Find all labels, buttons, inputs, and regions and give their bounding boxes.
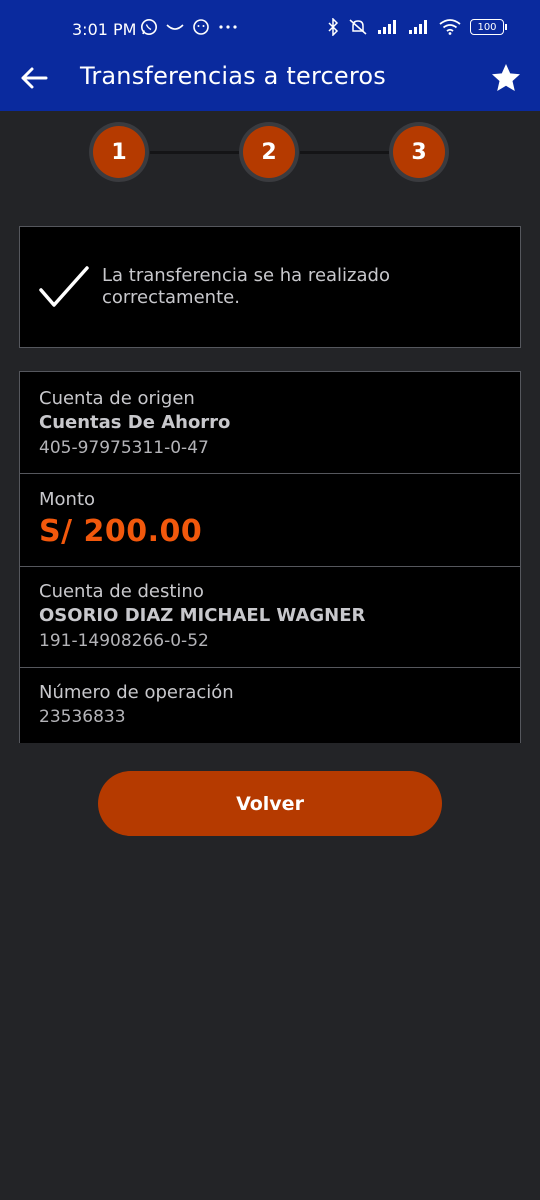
step-number: 2 [243, 126, 295, 178]
status-time: 3:01 PM [72, 20, 137, 39]
origin-label: Cuenta de origen [39, 388, 195, 409]
checkmark-icon [38, 263, 90, 315]
top-bar: 3:01 PM 100 Transferencias a terceros [0, 0, 540, 111]
signal-icon [377, 19, 399, 35]
origin-account-name: Cuentas De Ahorro [39, 412, 231, 433]
more-dots-icon [218, 24, 238, 30]
destination-account-row: Cuenta de destino OSORIO DIAZ MICHAEL WA… [20, 567, 520, 668]
operation-number-row: Número de operación 23536833 [20, 668, 520, 743]
destination-name: OSORIO DIAZ MICHAEL WAGNER [39, 605, 366, 626]
destination-label: Cuenta de destino [39, 581, 204, 602]
success-message-box: La transferencia se ha realizado correct… [19, 226, 521, 348]
face-icon [192, 18, 210, 36]
step-1: 1 [89, 122, 149, 182]
transfer-details: Cuenta de origen Cuentas De Ahorro 405-9… [19, 371, 521, 743]
stepper-connector [300, 151, 390, 154]
step-number: 3 [393, 126, 445, 178]
status-bar: 3:01 PM 100 [0, 0, 540, 58]
star-icon[interactable] [490, 62, 522, 94]
back-arrow-icon[interactable] [18, 62, 50, 94]
step-3: 3 [389, 122, 449, 182]
operation-label: Número de operación [39, 682, 234, 703]
battery-icon: 100 [470, 19, 507, 35]
origin-account-number: 405-97975311-0-47 [39, 438, 209, 458]
operation-number: 23536833 [39, 707, 126, 727]
amount-value: S/ 200.00 [39, 514, 203, 549]
bluetooth-icon [327, 18, 339, 36]
battery-level: 100 [477, 21, 497, 33]
success-text: La transferencia se ha realizado correct… [102, 265, 390, 308]
status-left-icons [140, 18, 238, 36]
whatsapp-icon [140, 18, 158, 36]
step-2: 2 [239, 122, 299, 182]
page-title: Transferencias a terceros [80, 62, 386, 90]
wave-icon [166, 22, 184, 32]
status-right-icons: 100 [327, 18, 507, 36]
origin-account-row: Cuenta de origen Cuentas De Ahorro 405-9… [20, 372, 520, 474]
stepper-connector [150, 151, 240, 154]
step-number: 1 [93, 126, 145, 178]
mute-icon [348, 18, 368, 36]
amount-label: Monto [39, 489, 96, 510]
volver-button[interactable]: Volver [98, 771, 442, 836]
signal-icon [408, 19, 430, 35]
wifi-icon [439, 19, 461, 35]
destination-account-number: 191-14908266-0-52 [39, 631, 209, 651]
amount-row: Monto S/ 200.00 [20, 474, 520, 567]
